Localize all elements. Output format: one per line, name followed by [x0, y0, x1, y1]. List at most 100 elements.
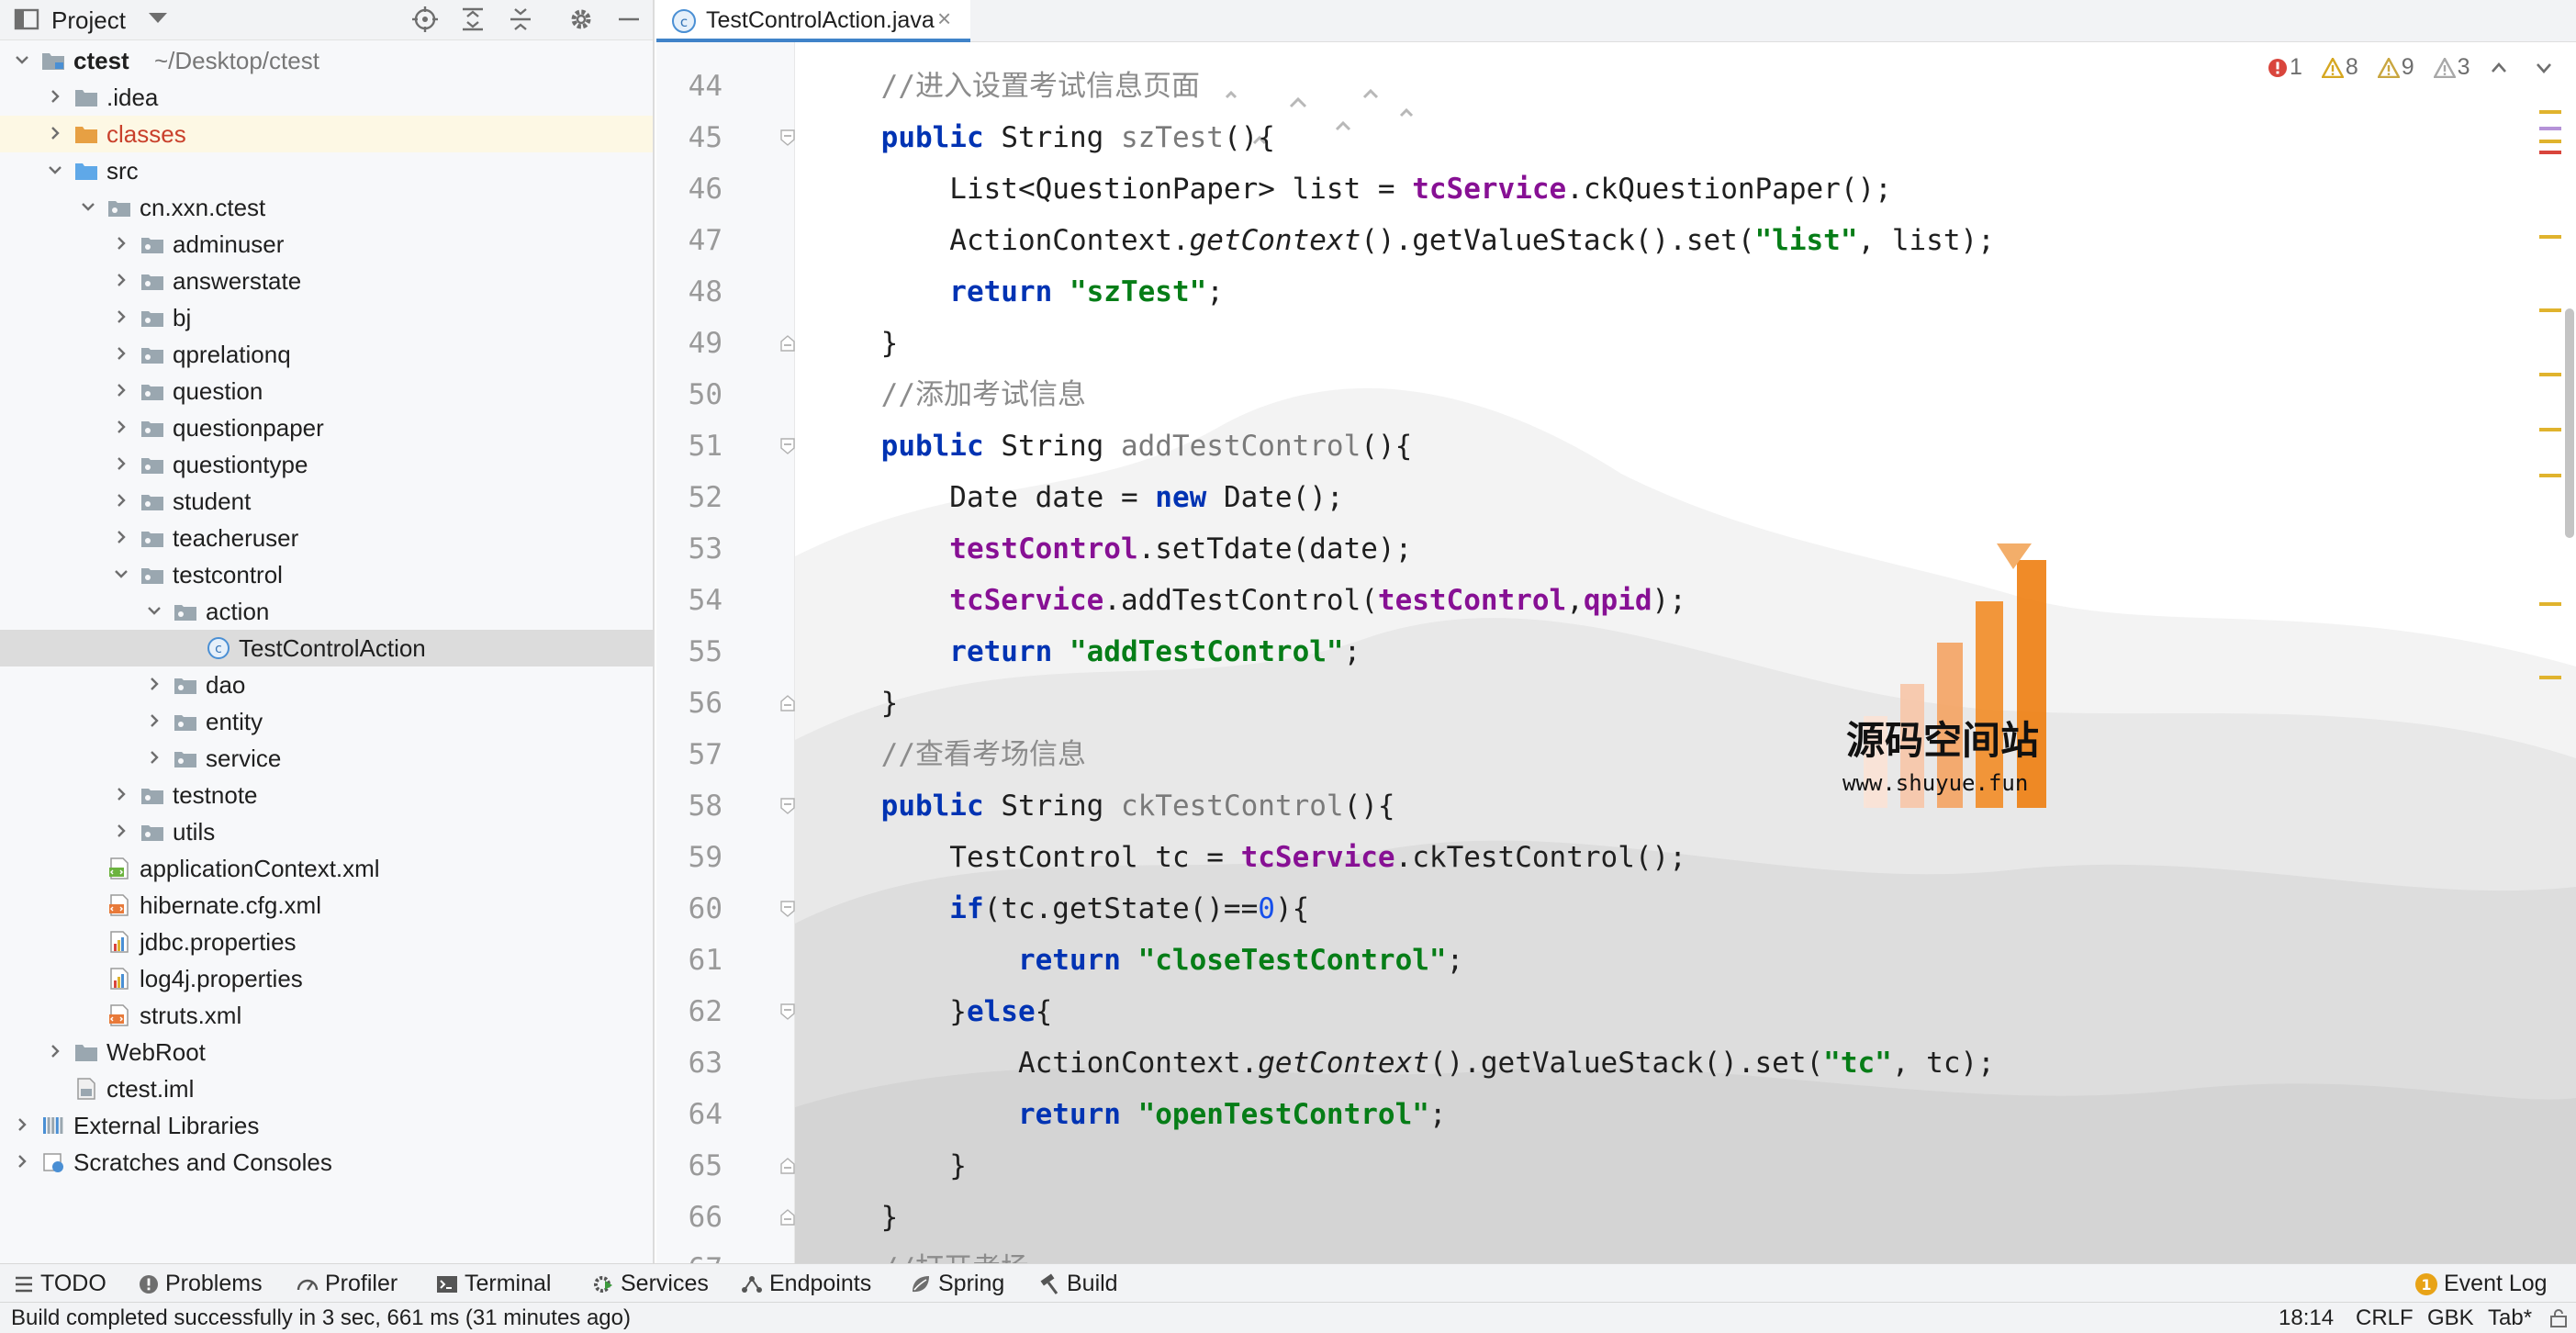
tree-item-idea[interactable]: .idea	[0, 79, 653, 116]
chevron-right-icon[interactable]	[13, 1152, 31, 1171]
chevron-down-icon[interactable]	[79, 197, 97, 216]
tree-item-ctest-iml[interactable]: ctest.iml	[0, 1070, 653, 1107]
tree-item-log4j-properties[interactable]: log4j.properties	[0, 960, 653, 997]
fold-marker-icon[interactable]	[779, 129, 796, 147]
tree-item-service[interactable]: service	[0, 740, 653, 777]
code-line[interactable]: 56 }	[656, 678, 2401, 729]
inspection-widget[interactable]: 1 8 9 3	[2268, 53, 2556, 81]
code-line[interactable]: 48 return "szTest";	[656, 266, 2401, 318]
warning-marker[interactable]	[2539, 127, 2561, 130]
line-number[interactable]: 45	[667, 112, 722, 163]
scrollbar-thumb[interactable]	[2565, 308, 2574, 538]
chevron-right-icon[interactable]	[112, 491, 130, 510]
warning-marker[interactable]	[2539, 474, 2561, 477]
chevron-down-icon[interactable]	[112, 565, 130, 583]
warning-marker[interactable]	[2539, 428, 2561, 431]
code-line[interactable]: 58 public String ckTestControl(){	[656, 780, 2401, 832]
tree-item-scratches-and-consoles[interactable]: Scratches and Consoles	[0, 1144, 653, 1181]
chevron-right-icon[interactable]	[145, 748, 163, 767]
tree-item-student[interactable]: student	[0, 483, 653, 520]
line-number[interactable]: 47	[667, 215, 722, 266]
tree-item-action[interactable]: action	[0, 593, 653, 630]
tree-item-adminuser[interactable]: adminuser	[0, 226, 653, 263]
tree-item-testcontrol[interactable]: testcontrol	[0, 556, 653, 593]
code-line[interactable]: 46 List<QuestionPaper> list = tcService.…	[656, 163, 2401, 215]
line-number[interactable]: 63	[667, 1037, 722, 1089]
code-line[interactable]: 62 }else{	[656, 986, 2401, 1037]
line-separator[interactable]: CRLF	[2356, 1305, 2414, 1332]
fold-end-icon[interactable]	[779, 1208, 796, 1227]
chevron-right-icon[interactable]	[145, 711, 163, 730]
tree-item-jdbc-properties[interactable]: jdbc.properties	[0, 924, 653, 960]
chevron-up-icon[interactable]	[2489, 58, 2509, 78]
warning-count[interactable]: 8	[2320, 53, 2358, 81]
code-line[interactable]: 50 //添加考试信息	[656, 369, 2401, 420]
code-line[interactable]: 64 return "openTestControl";	[656, 1089, 2401, 1140]
tree-item-applicationcontext-xml[interactable]: applicationContext.xml	[0, 850, 653, 887]
code-line[interactable]: 67 //打开考场	[656, 1243, 2401, 1263]
chevron-right-icon[interactable]	[112, 271, 130, 289]
tree-item-question[interactable]: question	[0, 373, 653, 409]
event-log-button[interactable]: 1 Event Log	[2414, 1269, 2548, 1298]
line-number[interactable]: 55	[667, 626, 722, 678]
fold-marker-icon[interactable]	[779, 1003, 796, 1021]
weak-warning-count[interactable]: 9	[2376, 53, 2414, 81]
chevron-right-icon[interactable]	[112, 528, 130, 546]
tree-item-testnote[interactable]: testnote	[0, 777, 653, 813]
tab-testcontrolaction-java[interactable]: c TestControlAction.java ×	[656, 0, 970, 42]
line-number[interactable]: 49	[667, 318, 722, 369]
fold-end-icon[interactable]	[779, 1157, 796, 1175]
line-number[interactable]: 61	[667, 935, 722, 986]
warning-marker[interactable]	[2539, 373, 2561, 376]
chevron-right-icon[interactable]	[13, 1115, 31, 1134]
warning-marker[interactable]	[2539, 140, 2561, 143]
tool-todo[interactable]: TODO	[13, 1269, 106, 1298]
code-line[interactable]: 52 Date date = new Date();	[656, 472, 2401, 523]
chevron-right-icon[interactable]	[112, 381, 130, 399]
status-message[interactable]: Build completed successfully in 3 sec, 6…	[11, 1305, 631, 1332]
chevron-right-icon[interactable]	[112, 344, 130, 363]
expand-all-icon[interactable]	[459, 6, 487, 33]
warning-marker[interactable]	[2539, 110, 2561, 114]
line-number[interactable]: 64	[667, 1089, 722, 1140]
tree-item-classes[interactable]: classes	[0, 116, 653, 152]
lock-icon[interactable]	[2548, 1308, 2569, 1328]
typo-count[interactable]: 3	[2432, 53, 2470, 81]
error-marker[interactable]	[2539, 151, 2561, 154]
line-number[interactable]: 44	[667, 61, 722, 112]
code-line[interactable]: 51 public String addTestControl(){	[656, 420, 2401, 472]
warning-marker[interactable]	[2539, 676, 2561, 679]
tree-item-webroot[interactable]: WebRoot	[0, 1034, 653, 1070]
chevron-right-icon[interactable]	[145, 675, 163, 693]
tree-item-dao[interactable]: dao	[0, 666, 653, 703]
code-line[interactable]: 65 }	[656, 1140, 2401, 1192]
line-number[interactable]: 67	[667, 1243, 722, 1263]
fold-end-icon[interactable]	[779, 694, 796, 712]
line-number[interactable]: 60	[667, 883, 722, 935]
line-number[interactable]: 51	[667, 420, 722, 472]
code-line[interactable]: 60 if(tc.getState()==0){	[656, 883, 2401, 935]
collapse-all-icon[interactable]	[507, 6, 534, 33]
code-line[interactable]: 63 ActionContext.getContext().getValueSt…	[656, 1037, 2401, 1089]
tool-endpoints[interactable]: Endpoints	[740, 1269, 871, 1298]
fold-end-icon[interactable]	[779, 334, 796, 353]
code-line[interactable]: 53 testControl.setTdate(date);	[656, 523, 2401, 575]
indent-setting[interactable]: Tab*	[2488, 1305, 2532, 1332]
line-number[interactable]: 48	[667, 266, 722, 318]
line-number[interactable]: 62	[667, 986, 722, 1037]
tree-item-bj[interactable]: bj	[0, 299, 653, 336]
chevron-right-icon[interactable]	[112, 454, 130, 473]
error-count[interactable]: 1	[2268, 53, 2302, 81]
chevron-right-icon[interactable]	[112, 308, 130, 326]
tool-profiler[interactable]: Profiler	[296, 1269, 398, 1298]
code-line[interactable]: 55 return "addTestControl";	[656, 626, 2401, 678]
code-line[interactable]: 47 ActionContext.getContext().getValueSt…	[656, 215, 2401, 266]
minimize-icon[interactable]	[615, 6, 643, 33]
warning-marker[interactable]	[2539, 602, 2561, 606]
tree-item-testcontrolaction[interactable]: c TestControlAction	[0, 630, 653, 666]
tree-item-src[interactable]: src	[0, 152, 653, 189]
line-number[interactable]: 65	[667, 1140, 722, 1192]
code-line[interactable]: 59 TestControl tc = tcService.ckTestCont…	[656, 832, 2401, 883]
tree-item-struts-xml[interactable]: struts.xml	[0, 997, 653, 1034]
fold-marker-icon[interactable]	[779, 437, 796, 455]
